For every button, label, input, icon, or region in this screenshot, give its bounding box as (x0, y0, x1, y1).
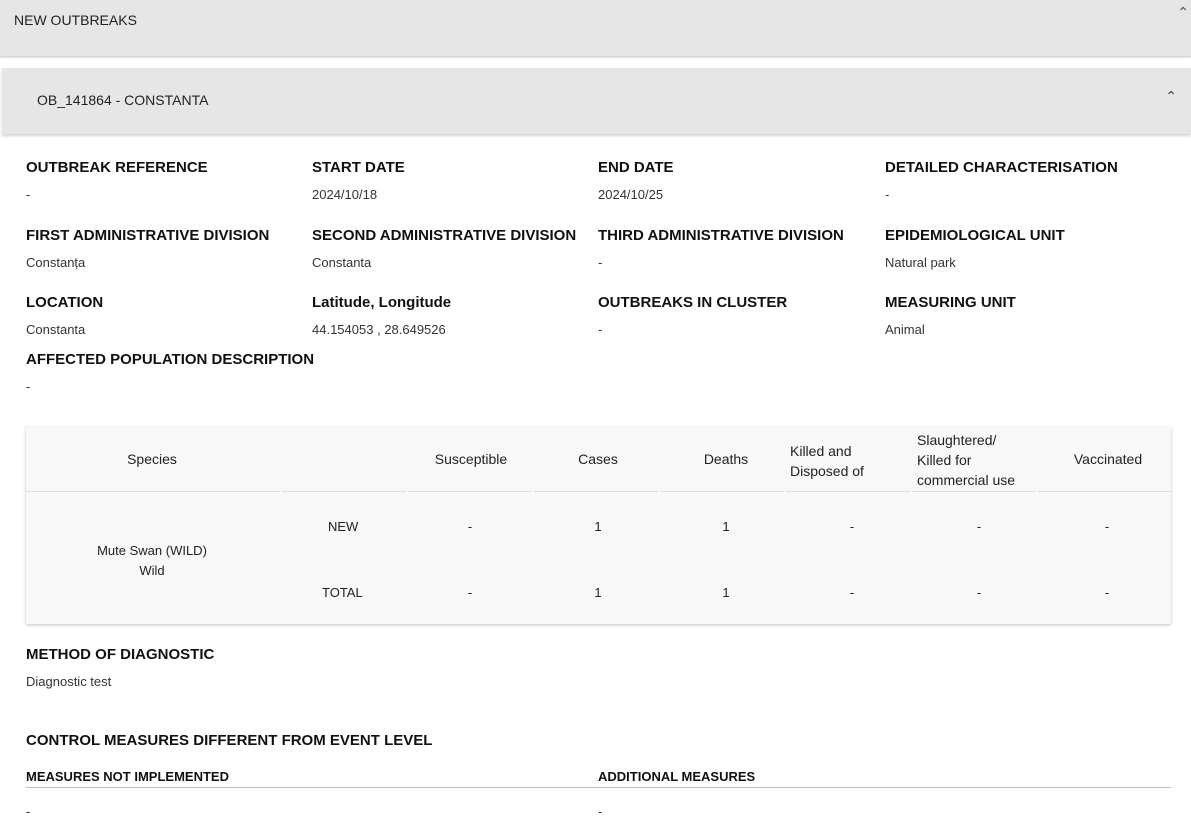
field-value: - (598, 255, 603, 270)
header-divider (26, 491, 280, 492)
epidemiological-unit-field: EPIDEMIOLOGICAL UNIT Natural park (885, 227, 1065, 270)
divider (26, 787, 1171, 788)
field-value: Constanța (26, 255, 86, 270)
field-label: START DATE (312, 159, 405, 176)
total-susceptible: - (467, 585, 473, 600)
header-cases: Cases (578, 451, 618, 467)
measuring-unit-field: MEASURING UNIT Animal (885, 294, 1016, 337)
total-slaughtered: - (976, 585, 982, 600)
location-field: LOCATION Constanta (26, 294, 103, 337)
new-susceptible: - (467, 519, 473, 534)
total-cases: 1 (594, 585, 602, 600)
header-line: Killed and (790, 443, 852, 459)
header-vaccinated: Vaccinated (1073, 451, 1143, 467)
field-value: 2024/10/18 (312, 187, 378, 202)
additional-measures-value: - (598, 804, 603, 819)
header-divider (408, 491, 532, 492)
header-divider (786, 491, 910, 492)
new-slaughtered: - (976, 519, 982, 534)
detailed-characterisation-field: DETAILED CHARACTERISATION - (885, 159, 1118, 202)
method-of-diagnostic-field: METHOD OF DIAGNOSTIC Diagnostic test (26, 646, 214, 689)
field-label: LOCATION (26, 294, 104, 311)
field-label: SECOND ADMINISTRATIVE DIVISION (312, 227, 577, 244)
field-label: FIRST ADMINISTRATIVE DIVISION (26, 227, 270, 244)
section-title: NEW OUTBREAKS (14, 12, 137, 28)
field-value: 2024/10/25 (598, 187, 664, 202)
first-admin-division-field: FIRST ADMINISTRATIVE DIVISION Constanța (26, 227, 269, 270)
lat-long-field: Latitude, Longitude 44.154053 , 28.64952… (312, 294, 451, 337)
control-measures-title: CONTROL MEASURES DIFFERENT FROM EVENT LE… (26, 732, 433, 749)
field-value: - (885, 187, 890, 202)
new-deaths: 1 (722, 519, 730, 534)
field-value: - (26, 187, 31, 202)
outbreak-title: OB_141864 - CONSTANTA (37, 92, 209, 108)
header-line: commercial use (917, 472, 1016, 488)
header-deaths: Deaths (703, 451, 749, 467)
chevron-up-icon[interactable]: ⌃ (1165, 88, 1177, 105)
field-label: END DATE (598, 159, 674, 176)
header-line: Slaughtered/ (917, 432, 997, 448)
header-slaughtered: Slaughtered/ Killed for commercial use (917, 430, 1015, 490)
header-divider (1038, 491, 1171, 492)
field-value: Diagnostic test (26, 674, 112, 689)
field-label: MEASURING UNIT (885, 294, 1016, 311)
row-label-new: NEW (328, 519, 359, 534)
species-table: Species Susceptible Cases Deaths Killed … (26, 427, 1171, 624)
field-label: OUTBREAKS IN CLUSTER (598, 294, 788, 311)
field-value: Constanta (312, 255, 372, 270)
field-label: EPIDEMIOLOGICAL UNIT (885, 227, 1065, 244)
species-type: Wild (139, 563, 165, 578)
field-label: THIRD ADMINISTRATIVE DIVISION (598, 227, 844, 244)
end-date-field: END DATE 2024/10/25 (598, 159, 674, 202)
header-divider (912, 491, 1036, 492)
header-divider (660, 491, 784, 492)
new-cases: 1 (594, 519, 602, 534)
field-value: Natural park (885, 255, 956, 270)
affected-population-field: AFFECTED POPULATION DESCRIPTION - (26, 351, 314, 394)
start-date-field: START DATE 2024/10/18 (312, 159, 405, 202)
species-cell: Mute Swan (WILD) Wild (52, 541, 252, 581)
field-label: Latitude, Longitude (312, 294, 452, 311)
total-vaccinated: - (1104, 585, 1110, 600)
outbreak-reference-field: OUTBREAK REFERENCE - (26, 159, 208, 202)
measures-not-implemented-value: - (26, 804, 31, 819)
field-value: Animal (885, 322, 925, 337)
header-species: Species (127, 451, 177, 467)
header-susceptible: Susceptible (434, 451, 508, 467)
field-value: 44.154053 , 28.649526 (312, 322, 446, 337)
total-deaths: 1 (722, 585, 730, 600)
header-line: Disposed of (790, 463, 864, 479)
new-killed: - (849, 519, 855, 534)
outbreak-panel-header[interactable]: OB_141864 - CONSTANTA ⌃ (2, 68, 1191, 134)
header-divider (282, 491, 406, 492)
new-vaccinated: - (1104, 519, 1110, 534)
total-killed: - (849, 585, 855, 600)
species-name: Mute Swan (WILD) (97, 543, 207, 558)
new-outbreaks-header[interactable]: NEW OUTBREAKS ⌃ (0, 0, 1191, 57)
field-label: METHOD OF DIAGNOSTIC (26, 646, 215, 663)
outbreaks-in-cluster-field: OUTBREAKS IN CLUSTER - (598, 294, 787, 337)
field-value: - (598, 322, 603, 337)
header-killed-disposed: Killed and Disposed of (790, 441, 864, 481)
field-label: DETAILED CHARACTERISATION (885, 159, 1118, 176)
chevron-up-icon[interactable]: ⌃ (1177, 4, 1189, 21)
second-admin-division-field: SECOND ADMINISTRATIVE DIVISION Constanta (312, 227, 576, 270)
measures-not-implemented-label: MEASURES NOT IMPLEMENTED (26, 769, 229, 784)
header-divider (534, 491, 658, 492)
row-label-total: TOTAL (322, 585, 363, 600)
field-value: Constanta (26, 322, 86, 337)
additional-measures-label: ADDITIONAL MEASURES (598, 769, 756, 784)
field-value: - (26, 379, 31, 394)
third-admin-division-field: THIRD ADMINISTRATIVE DIVISION - (598, 227, 844, 270)
header-line: Killed for (917, 452, 972, 468)
field-label: AFFECTED POPULATION DESCRIPTION (26, 351, 315, 368)
field-label: OUTBREAK REFERENCE (26, 159, 208, 176)
